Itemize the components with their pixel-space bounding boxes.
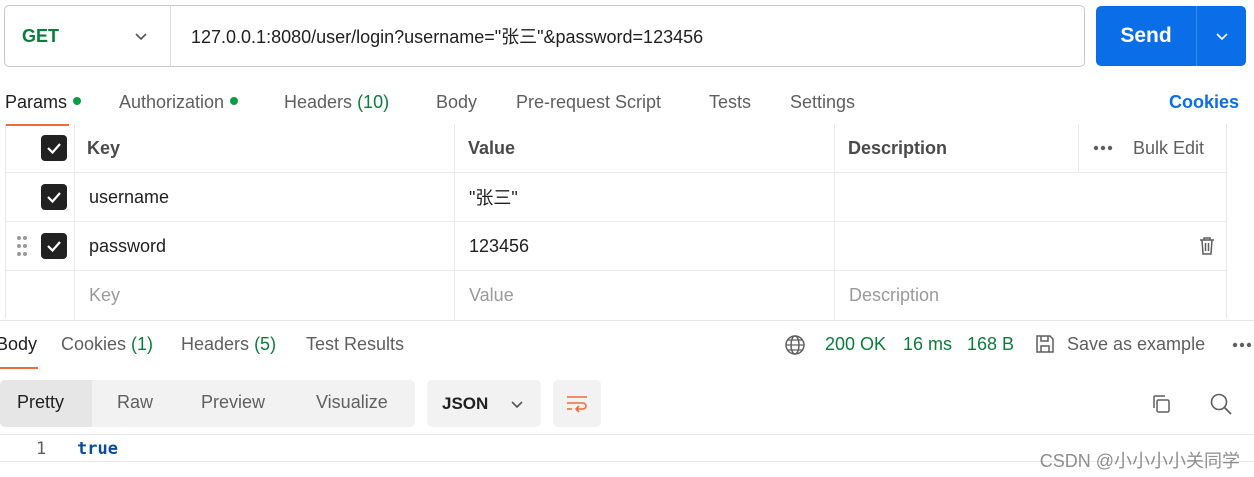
url-bar: GET 127.0.0.1:8080/user/login?username="… bbox=[4, 5, 1085, 67]
new-key-input[interactable]: Key bbox=[74, 271, 454, 320]
more-options-icon[interactable] bbox=[1093, 145, 1113, 151]
status-code[interactable]: 200 OK bbox=[825, 334, 886, 355]
tab-tests[interactable]: Tests bbox=[709, 92, 751, 113]
param-value[interactable]: 123456 bbox=[454, 222, 834, 270]
globe-icon[interactable] bbox=[784, 334, 806, 356]
line-number: 1 bbox=[36, 439, 47, 459]
watermark: CSDN @小小小小关同学 bbox=[1039, 451, 1240, 471]
view-pretty[interactable]: Pretty bbox=[17, 392, 64, 413]
cookies-link[interactable]: Cookies bbox=[1169, 92, 1239, 113]
active-dot-icon bbox=[73, 97, 82, 105]
check-icon bbox=[47, 192, 61, 204]
tab-headers[interactable]: Headers (10) bbox=[284, 92, 389, 113]
method-select[interactable]: GET bbox=[5, 6, 171, 66]
column-header-key: Key bbox=[74, 124, 454, 172]
new-description-input[interactable]: Description bbox=[834, 271, 1228, 320]
response-tab-body[interactable]: Body bbox=[0, 334, 37, 355]
response-tab-cookies[interactable]: Cookies (1) bbox=[61, 334, 153, 355]
response-tab-headers[interactable]: Headers (5) bbox=[181, 334, 276, 355]
send-options-button[interactable] bbox=[1197, 6, 1246, 66]
param-key[interactable]: username bbox=[74, 173, 454, 221]
response-tab-test-results[interactable]: Test Results bbox=[306, 334, 404, 355]
chevron-down-icon bbox=[135, 33, 147, 41]
row-checkbox[interactable] bbox=[41, 233, 67, 259]
save-icon[interactable] bbox=[1034, 333, 1056, 355]
save-as-example-button[interactable]: Save as example bbox=[1067, 334, 1205, 355]
response-size[interactable]: 168 B bbox=[967, 334, 1014, 355]
send-group: Send bbox=[1096, 6, 1246, 66]
response-body-text: true bbox=[77, 439, 118, 459]
param-description[interactable] bbox=[834, 222, 1228, 270]
params-table: Key Value Description Bulk Edit username… bbox=[5, 124, 1227, 320]
view-raw[interactable]: Raw bbox=[117, 392, 153, 413]
check-icon bbox=[47, 143, 61, 155]
check-icon bbox=[47, 241, 61, 253]
view-preview[interactable]: Preview bbox=[201, 392, 265, 413]
table-row: username "张三" bbox=[6, 173, 1226, 222]
bulk-edit-area: Bulk Edit bbox=[1078, 124, 1228, 172]
row-checkbox[interactable] bbox=[41, 184, 67, 210]
table-row: password 123456 bbox=[6, 222, 1226, 271]
wrap-lines-button[interactable] bbox=[553, 380, 601, 427]
format-select[interactable]: JSON bbox=[427, 380, 541, 427]
response-time[interactable]: 16 ms bbox=[903, 334, 952, 355]
trash-icon[interactable] bbox=[1198, 236, 1216, 256]
tab-pre-request-script[interactable]: Pre-request Script bbox=[516, 92, 661, 113]
param-description[interactable] bbox=[834, 173, 1228, 221]
active-tab-underline bbox=[0, 367, 38, 369]
tab-params[interactable]: Params bbox=[5, 92, 82, 113]
tab-body[interactable]: Body bbox=[436, 92, 477, 113]
bulk-edit-button[interactable]: Bulk Edit bbox=[1133, 138, 1204, 159]
chevron-down-icon bbox=[511, 400, 523, 408]
param-value[interactable]: "张三" bbox=[454, 173, 834, 221]
new-value-input[interactable]: Value bbox=[454, 271, 834, 320]
column-header-value: Value bbox=[454, 124, 834, 172]
chevron-down-icon bbox=[1215, 33, 1228, 41]
column-header-description: Description bbox=[834, 124, 1078, 172]
wrap-lines-icon bbox=[567, 395, 587, 413]
request-tabs: Params Authorization Headers (10) Body P… bbox=[0, 82, 1254, 126]
search-icon[interactable] bbox=[1209, 392, 1233, 416]
tab-authorization[interactable]: Authorization bbox=[119, 92, 239, 113]
send-button[interactable]: Send bbox=[1096, 6, 1197, 66]
url-input[interactable]: 127.0.0.1:8080/user/login?username="张三"&… bbox=[171, 23, 1084, 49]
select-all-checkbox[interactable] bbox=[41, 135, 67, 161]
format-label: JSON bbox=[442, 393, 489, 413]
param-key[interactable]: password bbox=[74, 222, 454, 270]
table-header-row: Key Value Description Bulk Edit bbox=[6, 124, 1226, 173]
more-options-icon[interactable] bbox=[1232, 342, 1254, 348]
response-toolbar: Pretty Raw Preview Visualize JSON bbox=[0, 380, 1254, 428]
active-dot-icon bbox=[230, 97, 239, 105]
method-label: GET bbox=[22, 25, 60, 46]
view-mode-segment: Pretty Raw Preview Visualize bbox=[0, 380, 415, 427]
response-bar: Body Cookies (1) Headers (5) Test Result… bbox=[0, 320, 1254, 369]
view-visualize[interactable]: Visualize bbox=[316, 392, 388, 413]
drag-handle-icon[interactable] bbox=[16, 235, 28, 257]
copy-icon[interactable] bbox=[1150, 393, 1172, 415]
tab-settings[interactable]: Settings bbox=[790, 92, 855, 113]
table-row-new: Key Value Description bbox=[6, 271, 1226, 320]
